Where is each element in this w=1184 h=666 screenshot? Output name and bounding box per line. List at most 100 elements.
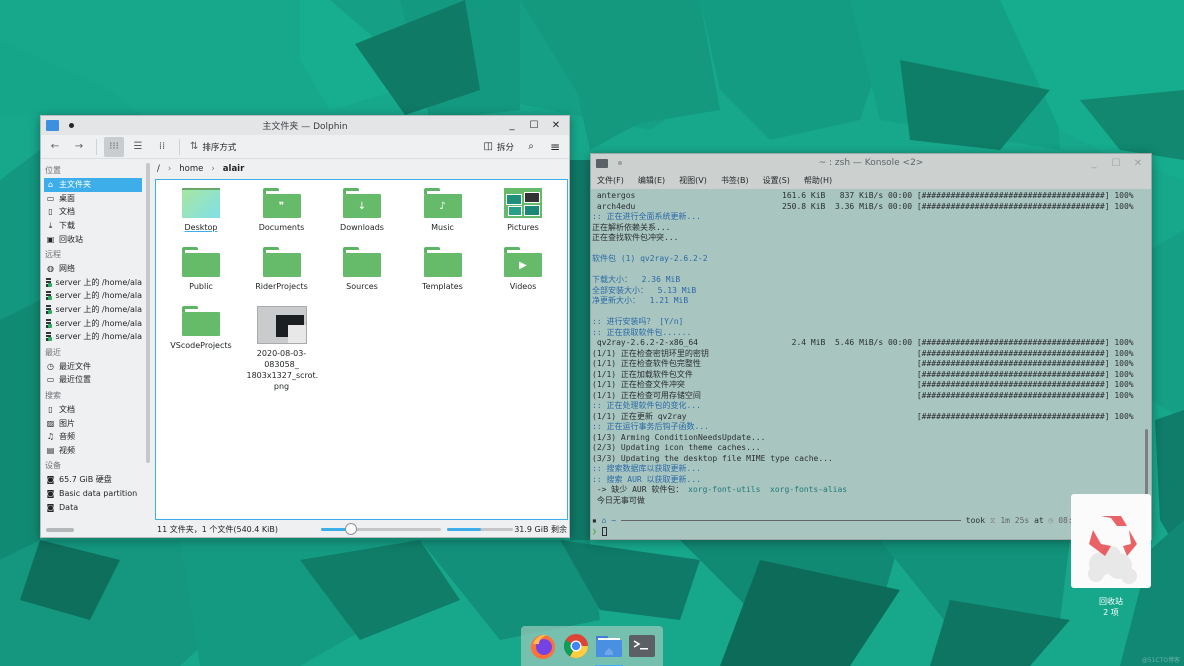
sidebar-item[interactable]: ▯ 文档 [44, 403, 142, 417]
minimize-button[interactable]: _ [505, 119, 519, 133]
sidebar-item[interactable]: ▣ 回收站 [44, 232, 142, 246]
file-item[interactable]: Desktop [166, 188, 236, 233]
konsole-titlebar[interactable]: ~ : zsh — Konsole <2> _ ☐ ✕ [591, 154, 1151, 172]
sidebar-item[interactable]: server 上的 /home/ala [44, 276, 142, 290]
window-title: ~ : zsh — Konsole <2> [818, 158, 924, 168]
file-item[interactable]: VScodeProjects [166, 306, 236, 351]
sidebar-item[interactable]: ▭ 最近位置 [44, 373, 142, 387]
sidebar-item[interactable]: ⌂ 主文件夹 [44, 178, 142, 192]
sidebar-horizontal-scrollbar[interactable] [46, 528, 74, 532]
forward-button[interactable]: → [69, 137, 89, 157]
hourglass-icon: ⧖ [989, 516, 996, 525]
breadcrumb-current[interactable]: alair [223, 164, 245, 174]
dock-firefox[interactable] [529, 632, 557, 660]
compact-view-button[interactable]: ⁞⁞ [152, 137, 172, 157]
file-item[interactable]: ↓ Downloads [327, 188, 397, 233]
terminal-line: (1/1) 正在更新 qv2ray [#####################… [592, 412, 1141, 423]
zoom-slider[interactable] [321, 523, 441, 535]
menu-item[interactable]: 帮助(H) [804, 175, 832, 186]
back-button[interactable]: ← [45, 137, 65, 157]
sidebar-item[interactable]: server 上的 /home/ala [44, 316, 142, 330]
dock-konsole[interactable] [628, 632, 656, 660]
terminal-line: 今日无事可做 [592, 496, 1141, 507]
menu-button[interactable]: ≡ [545, 137, 565, 157]
document-icon: ▯ [48, 405, 53, 415]
split-button[interactable]: ◫ 拆分 [481, 137, 517, 157]
file-item[interactable]: Templates [408, 247, 478, 292]
sidebar-item-label: 视频 [59, 445, 75, 455]
maximize-button[interactable]: ☐ [527, 119, 541, 133]
terminal-line: -> 缺少 AUR 软件包： xorg-font-utils xorg-font… [592, 485, 1141, 496]
sidebar-item[interactable]: ◍ 网络 [44, 262, 142, 276]
sidebar-item[interactable]: ◙ 65.7 GiB 硬盘 [44, 473, 142, 487]
sidebar-item[interactable]: ▯ 文档 [44, 205, 142, 219]
sidebar-section-title: 位置 [45, 166, 61, 175]
file-item[interactable]: Pictures [488, 188, 558, 233]
folder-icon [262, 247, 301, 277]
sidebar-item[interactable]: server 上的 /home/ala [44, 303, 142, 317]
missing-packages: xorg-font-utils xorg-fonts-alias [688, 485, 848, 494]
dock-dolphin[interactable] [595, 632, 623, 666]
file-item[interactable]: ▶ Videos [488, 247, 558, 292]
prompt-input-line[interactable]: ❯ [592, 526, 1141, 538]
sidebar-item[interactable]: ⤓ 下载 [44, 219, 142, 233]
sidebar-item[interactable]: ▭ 桌面 [44, 192, 142, 206]
progress-readout: 161.6 KiB 837 KiB/s 00:00 [#############… [782, 191, 1134, 200]
window-title: 主文件夹 — Dolphin [262, 122, 348, 132]
minimize-button[interactable]: _ [1087, 156, 1101, 170]
image-icon: ▨ [46, 418, 55, 428]
sidebar-item[interactable]: ▨ 图片 [44, 416, 142, 430]
folder-icon [423, 247, 462, 277]
file-item[interactable]: 2020-08-03- 083058_ 1803x1327_scrot. png [247, 306, 318, 392]
sidebar-item[interactable]: ▤ 视频 [44, 444, 142, 458]
file-item[interactable]: ♪ Music [408, 188, 478, 233]
file-item[interactable]: RiderProjects [247, 247, 317, 292]
terminal-line: antergos 161.6 KiB 837 KiB/s 00:00 [#####… [592, 191, 1141, 202]
dolphin-titlebar[interactable]: 主文件夹 — Dolphin _ ☐ ✕ [41, 116, 569, 135]
pin-icon[interactable] [69, 123, 74, 128]
sidebar-item[interactable]: server 上的 /home/ala [44, 289, 142, 303]
file-item[interactable]: ❞ Documents [247, 188, 317, 233]
dock-chrome[interactable] [562, 632, 590, 660]
maximize-button[interactable]: ☐ [1109, 156, 1123, 170]
breadcrumb-root[interactable]: / [157, 164, 160, 174]
terminal-line-text: 正在解析依赖关系... [592, 222, 671, 232]
icons-view-button[interactable]: ⁝⁝⁝ [104, 136, 124, 157]
close-button[interactable]: ✕ [549, 119, 563, 133]
breadcrumb-home[interactable]: home [179, 164, 203, 174]
search-button[interactable]: ⌕ [521, 137, 541, 157]
details-view-button[interactable]: ☰ [128, 137, 148, 157]
terminal-output[interactable]: antergos 161.6 KiB 837 KiB/s 00:00 [#####… [592, 191, 1141, 539]
server-icon [46, 305, 54, 315]
desktop-trash[interactable]: 回收站 2 项 [1071, 494, 1151, 626]
menu-item[interactable]: 文件(F) [597, 175, 624, 186]
terminal-line-text: :: 搜索数据库以获取更新... [592, 464, 701, 473]
dolphin-app-icon [46, 120, 59, 131]
sidebar-scrollbar[interactable] [146, 163, 150, 463]
sidebar-item[interactable]: ◷ 最近文件 [44, 360, 142, 374]
file-item[interactable]: Public [166, 247, 236, 292]
menu-item[interactable]: 视图(V) [679, 175, 707, 186]
menu-item[interactable]: 书签(B) [721, 175, 749, 186]
pin-icon[interactable] [618, 161, 622, 165]
sort-button[interactable]: ⇅ 排序方式 [187, 137, 239, 157]
sidebar-item[interactable]: ◙ Basic data partition [44, 487, 142, 501]
disk-usage-fill [447, 528, 482, 531]
zoom-slider-handle[interactable] [345, 523, 357, 535]
menu-item[interactable]: 编辑(E) [638, 175, 665, 186]
desktop-folder-icon [182, 188, 220, 218]
pictures-folder-icon [504, 188, 542, 218]
terminal-line: (1/1) 正在检查密钥环里的密钥 [#####################… [592, 349, 1141, 360]
prompt-os-icon: ▪ [592, 516, 597, 525]
sidebar-item-label: 最近文件 [59, 361, 91, 371]
terminal-line: (3/3) Updating the desktop file MIME typ… [592, 454, 1141, 465]
file-item[interactable]: Sources [327, 247, 397, 292]
close-button[interactable]: ✕ [1131, 156, 1145, 170]
dolphin-toolbar: ← → ⁝⁝⁝ ☰ ⁞⁞ ⇅ 排序方式 ◫ 拆分 ⌕ ≡ [41, 135, 569, 159]
sidebar-item[interactable]: ♫ 音频 [44, 430, 142, 444]
sidebar-item[interactable]: server 上的 /home/ala [44, 330, 142, 344]
menu-item[interactable]: 设置(S) [763, 175, 790, 186]
file-view[interactable]: Desktop ❞ Documents ↓ Downloads ♪ Music Picture… [155, 179, 568, 520]
sidebar-item[interactable]: ◙ Data [44, 500, 142, 514]
terminal-line-text: :: 正在处理软件包的变化... [592, 401, 701, 410]
